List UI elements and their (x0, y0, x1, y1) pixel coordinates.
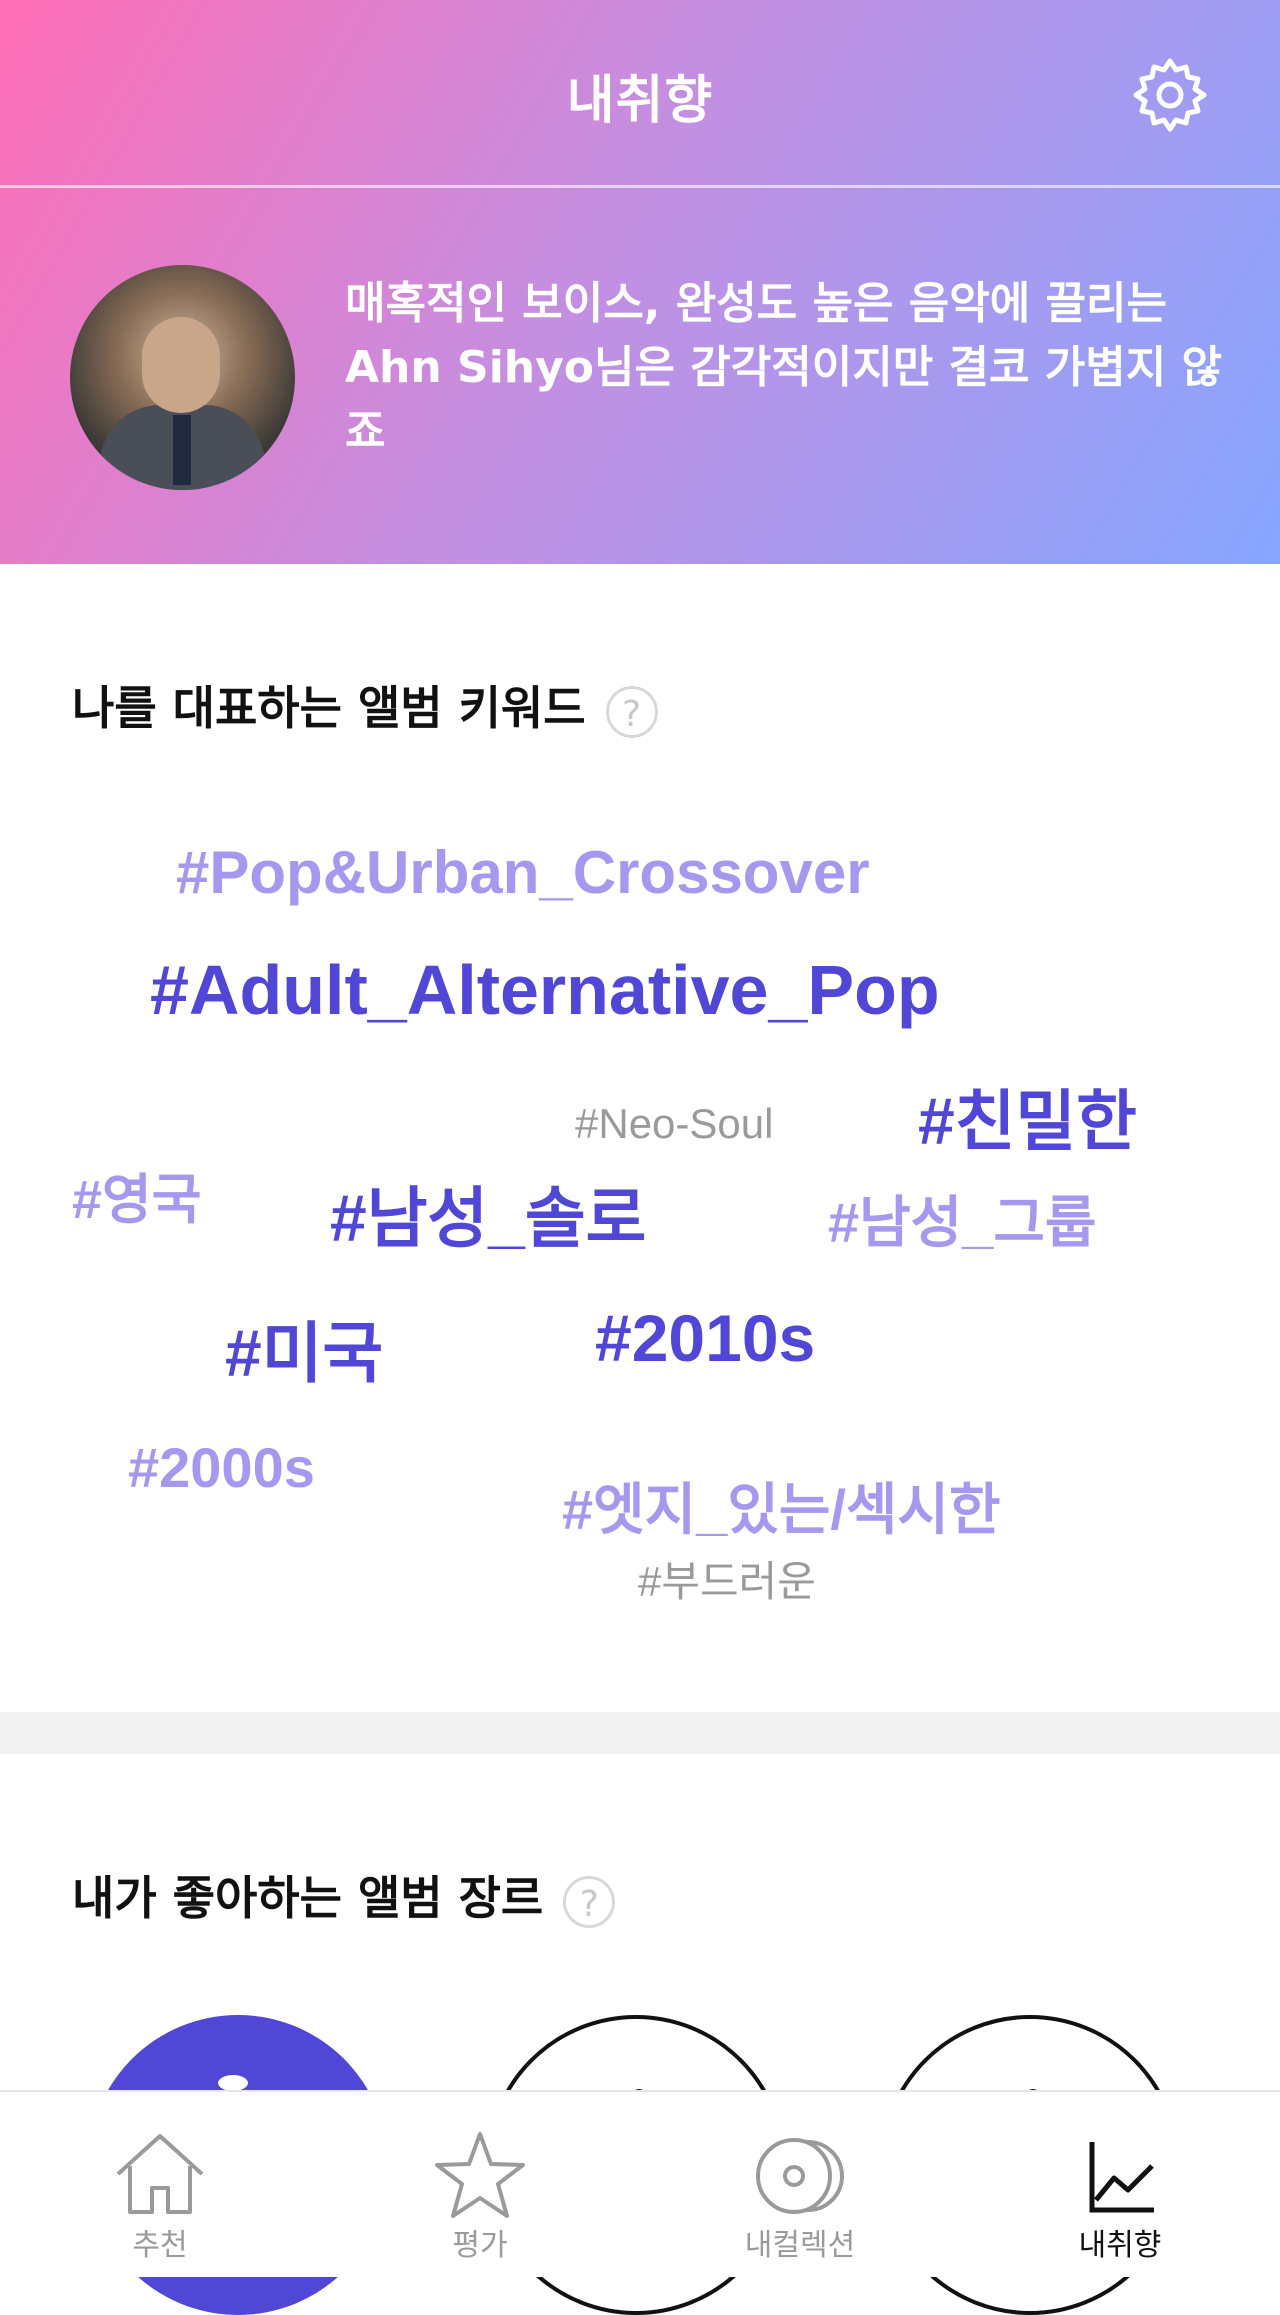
profile-tagline: 매혹적인 보이스, 완성도 높은 음악에 끌리는 Ahn Sihyo님은 감각적… (345, 278, 1223, 457)
tab-my-taste[interactable]: 내취향 (960, 2092, 1280, 2277)
help-icon[interactable]: ? (563, 1875, 616, 1928)
avatar[interactable] (70, 265, 295, 490)
tab-rate[interactable]: 평가 (320, 2092, 640, 2277)
chart-icon (1089, 2142, 1154, 2213)
tab-collection[interactable]: 내컬렉션 (640, 2092, 960, 2277)
gear-icon[interactable] (1130, 55, 1210, 135)
keyword-tag[interactable]: #Adult_Alternative_Pop (150, 950, 940, 1030)
bottom-tab-bar: 추천 평가 내컬렉션 내취향 (0, 2090, 1280, 2277)
keyword-tag[interactable]: #Neo-Soul (575, 1100, 773, 1148)
keyword-tag[interactable]: #2010s (595, 1300, 815, 1376)
star-icon (435, 2132, 525, 2218)
keyword-tag[interactable]: #엣지_있는/섹시한 (562, 1465, 1001, 1546)
top-bar: 내취향 (0, 0, 1280, 185)
tab-label: 내컬렉션 (744, 2228, 856, 2263)
tab-label: 평가 (452, 2228, 508, 2263)
tab-recommend[interactable]: 추천 (0, 2092, 320, 2277)
avatar-face (142, 317, 220, 413)
keywords-section-title: 나를 대표하는 앨범 키워드? (72, 672, 658, 738)
keyword-tag[interactable]: #남성_그룹 (828, 1178, 1096, 1259)
keyword-tag[interactable]: #영국 (72, 1155, 201, 1234)
home-icon (116, 2134, 204, 2214)
keyword-tag[interactable]: #2000s (128, 1435, 315, 1500)
keywords-title-text: 나를 대표하는 앨범 키워드 (72, 681, 586, 735)
disc-icon (756, 2138, 844, 2214)
keyword-tag[interactable]: #부드러운 (638, 1548, 816, 1609)
avatar-tie (173, 415, 191, 485)
help-icon[interactable]: ? (605, 685, 658, 738)
genre-title-text: 내가 좋아하는 앨범 장르 (72, 1871, 544, 1925)
keyword-tag[interactable]: #남성_솔로 (330, 1165, 646, 1261)
keyword-tag[interactable]: #미국 (225, 1300, 383, 1396)
section-spacer (0, 1712, 1280, 1754)
keyword-tag[interactable]: #Pop&Urban_Crossover (176, 838, 870, 907)
genre-mark (218, 2075, 248, 2091)
page-title: 내취향 (566, 71, 714, 131)
genre-section-title: 내가 좋아하는 앨범 장르? (72, 1862, 616, 1928)
header-divider (0, 185, 1280, 188)
keyword-tag[interactable]: #친밀한 (918, 1068, 1137, 1164)
tab-label: 내취향 (1078, 2228, 1162, 2263)
tab-label: 추천 (132, 2228, 188, 2263)
